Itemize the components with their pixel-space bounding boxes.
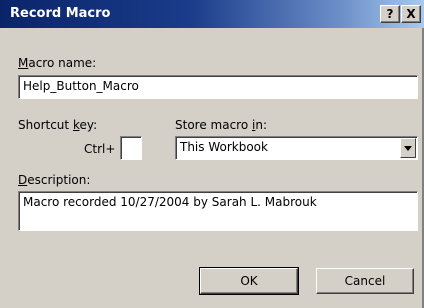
- macro-name-label-accesskey: M: [18, 56, 29, 70]
- ok-button[interactable]: OK: [199, 267, 299, 295]
- store-macro-label-pre: Store macro: [175, 118, 252, 132]
- shortcut-key-input[interactable]: [120, 136, 142, 160]
- description-value: Macro recorded 10/27/2004 by Sarah L. Ma…: [23, 195, 317, 209]
- store-macro-select[interactable]: This Workbook: [175, 136, 418, 160]
- shortcut-key-label-post: ey:: [79, 118, 98, 132]
- window-title: Record Macro: [10, 6, 111, 21]
- description-label-text: escription:: [27, 173, 91, 187]
- shortcut-key-label-pre: Shortcut: [18, 118, 73, 132]
- store-macro-label: Store macro in:: [175, 118, 267, 132]
- record-macro-dialog: Record Macro ? X Macro name: Help_Button…: [0, 0, 424, 308]
- description-label: Description:: [18, 173, 90, 187]
- ctrl-prefix-label: Ctrl+: [84, 142, 116, 156]
- title-bar[interactable]: Record Macro ? X: [0, 0, 424, 28]
- close-button[interactable]: X: [401, 5, 421, 23]
- close-icon: X: [406, 7, 416, 21]
- description-textarea[interactable]: Macro recorded 10/27/2004 by Sarah L. Ma…: [18, 191, 418, 231]
- cancel-button[interactable]: Cancel: [316, 268, 414, 294]
- help-button[interactable]: ?: [380, 5, 400, 23]
- macro-name-label: Macro name:: [18, 56, 96, 70]
- store-macro-value: This Workbook: [180, 140, 268, 154]
- macro-name-label-text: acro name:: [28, 56, 97, 70]
- help-icon: ?: [386, 7, 394, 21]
- shortcut-key-label: Shortcut key:: [18, 118, 97, 132]
- chevron-down-icon[interactable]: [400, 138, 416, 158]
- store-macro-label-post: n:: [255, 118, 267, 132]
- macro-name-value: Help_Button_Macro: [23, 79, 139, 93]
- description-label-accesskey: D: [18, 173, 28, 187]
- macro-name-input[interactable]: Help_Button_Macro: [18, 75, 418, 99]
